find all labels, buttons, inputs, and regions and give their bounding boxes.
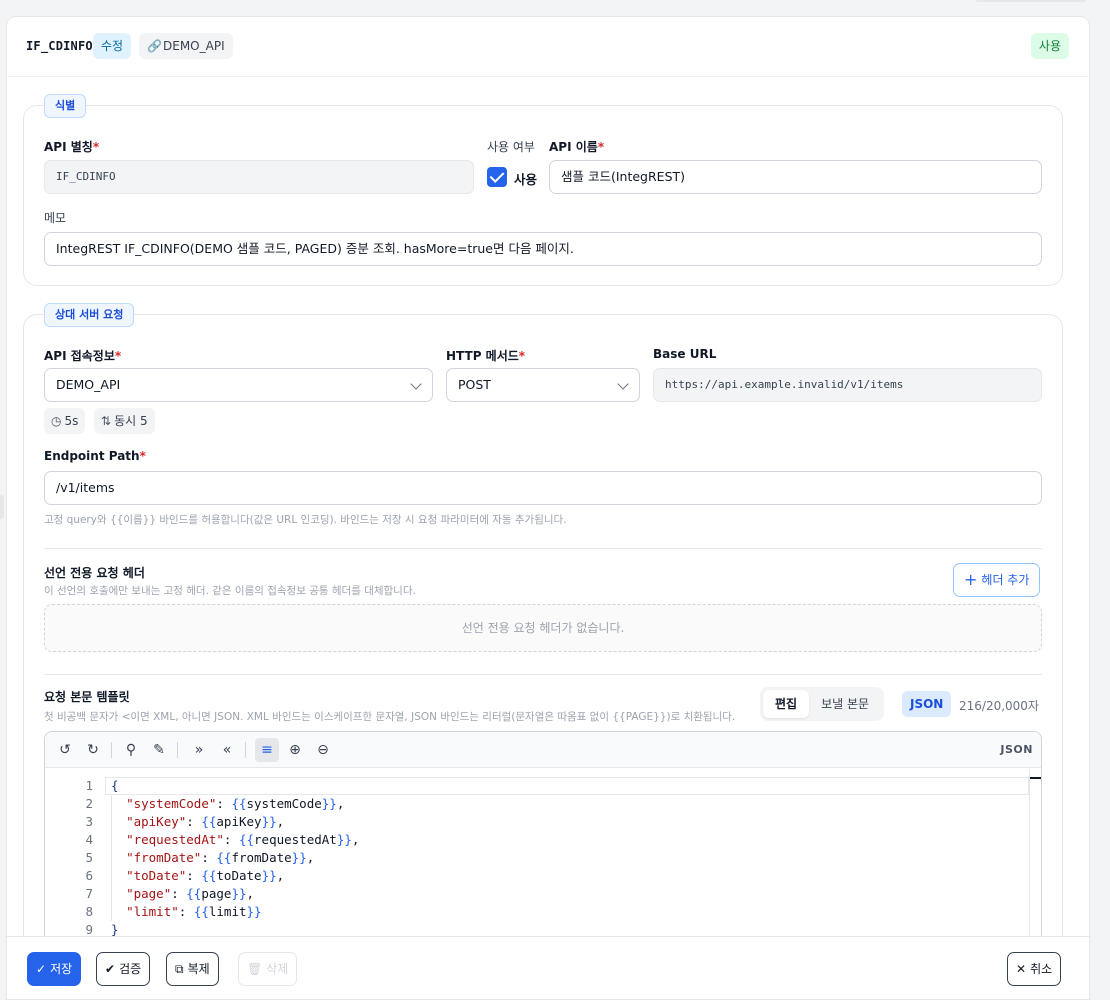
copy-button[interactable]: ⧉ 복제 (166, 952, 219, 986)
connection-select[interactable]: DEMO_API (44, 368, 433, 402)
concurrency-chip: ⇅ 동시 5 (94, 408, 155, 434)
top-strip (0, 0, 1110, 16)
chevron-down-icon (410, 378, 422, 390)
code-line: "apiKey": {{apiKey}}, (126, 814, 285, 829)
format-badge: JSON (902, 691, 952, 717)
editor-language-label: JSON (1000, 743, 1033, 756)
link-icon: 🔗 (147, 39, 162, 53)
trash-icon: 🗑 (247, 962, 263, 976)
line-number: 5 (85, 850, 93, 865)
editor-toolbar: ↺ ↻ ⚲ ✎ » « ≡ ⊕ ⊖ JSON (45, 732, 1041, 768)
body-template-title: 요청 본문 템플릿 (44, 690, 130, 704)
plus-icon: + (964, 570, 978, 589)
api-name-input[interactable]: 샘플 코드(IntegREST) (549, 160, 1042, 194)
sort-arrows-icon: ⇅ (101, 414, 112, 428)
code-line: "page": {{page}}, (126, 886, 255, 901)
tab-preview[interactable]: 보낼 본문 (809, 690, 881, 718)
mode-badge: 수정 (93, 33, 132, 59)
line-number: 1 (85, 778, 93, 793)
body-view-toggle: 편집 보낼 본문 (760, 687, 885, 721)
connection-badge[interactable]: 🔗DEMO_API (139, 33, 233, 59)
save-button[interactable]: ✓ 저장 (27, 952, 82, 986)
form-scroll-area[interactable]: 식별 API 별칭* IF_CDINFO 사용 여부 사용 API 이름* 샘플… (7, 78, 1089, 938)
divider (44, 674, 1042, 675)
api-name-label: API 이름* (549, 140, 605, 154)
memo-input[interactable]: IntegREST IF_CDINFO(DEMO 샘플 코드, PAGED) 증… (44, 232, 1042, 266)
api-code-title: IF_CDINFO (26, 39, 93, 53)
sidebar-resize-handle[interactable] (0, 495, 4, 519)
code-line: { (111, 778, 119, 793)
zoom-in-icon[interactable]: ⊕ (283, 738, 307, 762)
code-editor[interactable]: ↺ ↻ ⚲ ✎ » « ≡ ⊕ ⊖ JSON 1 2 3 4 5 6 7 8 9 {… (44, 731, 1042, 938)
use-checkbox-label: 사용 (514, 172, 538, 187)
undo-icon[interactable]: ↺ (53, 738, 77, 762)
endpoint-hint: 고정 query와 {{이름}} 바인드를 허용합니다(값은 URL 인코딩).… (44, 514, 567, 526)
panel-header: IF_CDINFO 수정 🔗DEMO_API 사용 (7, 17, 1089, 77)
search-icon[interactable]: ⚲ (119, 738, 143, 762)
code-line: "fromDate": {{fromDate}}, (126, 850, 315, 865)
api-edit-panel: IF_CDINFO 수정 🔗DEMO_API 사용 식별 API 별칭* IF_… (6, 16, 1090, 1000)
line-number: 8 (85, 904, 93, 919)
chevron-down-icon (617, 378, 629, 390)
connection-select-value: DEMO_API (56, 377, 121, 392)
delete-button: 🗑 삭제 (238, 952, 298, 986)
check-icon: ✓ (36, 962, 47, 976)
check-circle-icon: ✔ (105, 962, 116, 976)
line-number: 6 (85, 868, 93, 883)
code-area[interactable]: 123456789 { "systemCode": {{systemCode}}… (45, 769, 1041, 938)
zoom-out-icon[interactable]: ⊖ (311, 738, 335, 762)
add-header-button[interactable]: + 헤더 추가 (953, 563, 1041, 597)
redo-icon[interactable]: ↻ (81, 738, 105, 762)
code-line: "limit": {{limit}} (126, 904, 262, 919)
editor-scrollbar[interactable] (1029, 769, 1041, 938)
use-checkbox[interactable] (487, 167, 507, 187)
code-lines[interactable]: { "systemCode": {{systemCode}}, "apiKey"… (111, 777, 359, 938)
request-section: 상대 서버 요청 API 접속정보* DEMO_API HTTP 메서드* PO… (23, 303, 1063, 938)
clock-icon: ◷ (51, 414, 62, 428)
code-line: "requestedAt": {{requestedAt}}, (126, 832, 360, 847)
method-select[interactable]: POST (446, 368, 640, 402)
copy-icon: ⧉ (175, 962, 184, 976)
headers-empty-state: 선언 전용 요청 헤더가 없습니다. (44, 604, 1042, 652)
code-line: "toDate": {{toDate}}, (126, 868, 285, 883)
line-number: 7 (85, 886, 93, 901)
connection-badge-label: DEMO_API (163, 39, 225, 53)
status-badge: 사용 (1030, 33, 1069, 59)
use-label: 사용 여부 (487, 140, 535, 154)
endpoint-label: Endpoint Path* (44, 449, 146, 463)
line-number-gutter: 123456789 (45, 777, 93, 938)
base-url-label: Base URL (653, 347, 717, 361)
tab-edit[interactable]: 편집 (763, 690, 810, 718)
endpoint-input[interactable]: /v1/items (44, 471, 1042, 505)
memo-label: 메모 (44, 211, 67, 225)
divider (44, 548, 1042, 549)
cancel-button[interactable]: ✕ 취소 (1007, 952, 1062, 986)
body-template-hint: 첫 비공백 문자가 <이면 XML, 아니면 JSON. XML 바인드는 이스… (44, 711, 736, 723)
headers-title: 선언 전용 요청 헤더 (44, 566, 145, 580)
action-footer: ✓ 저장 ✔ 검증 ⧉ 복제 🗑 삭제 ✕ 취소 (7, 936, 1089, 999)
timeout-chip: ◷ 5s (44, 408, 86, 434)
char-counter: 216/20,000자 (959, 699, 1039, 713)
headers-hint: 이 선언의 호출에만 보내는 고정 헤더. 같은 이름의 접속정보 공통 헤더를… (44, 585, 416, 597)
line-number: 2 (85, 796, 93, 811)
line-number: 3 (85, 814, 93, 829)
base-url-field: https://api.example.invalid/v1/items (653, 368, 1042, 402)
code-line: "systemCode": {{systemCode}}, (126, 796, 345, 811)
word-wrap-icon[interactable]: ≡ (255, 738, 279, 762)
replace-icon[interactable]: ✎ (147, 738, 171, 762)
method-label: HTTP 메서드* (446, 349, 526, 363)
method-select-value: POST (458, 377, 491, 392)
alias-label: API 별칭* (44, 140, 100, 154)
identify-section-tag: 식별 (44, 94, 87, 118)
collapse-all-icon[interactable]: « (215, 738, 239, 762)
close-icon: ✕ (1016, 962, 1027, 976)
identify-section: 식별 API 별칭* IF_CDINFO 사용 여부 사용 API 이름* 샘플… (23, 94, 1063, 286)
validate-button[interactable]: ✔ 검증 (96, 952, 151, 986)
request-section-tag: 상대 서버 요청 (44, 303, 135, 327)
connection-label: API 접속정보* (44, 349, 122, 363)
line-number: 4 (85, 832, 93, 847)
alias-field: IF_CDINFO (44, 160, 474, 194)
expand-all-icon[interactable]: » (187, 738, 211, 762)
